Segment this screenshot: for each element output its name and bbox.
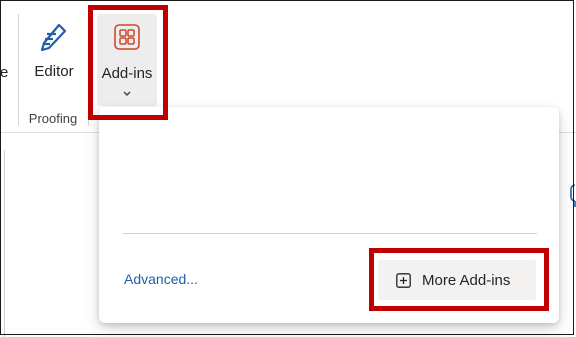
addins-dropdown-panel: Advanced... More Add-ins <box>99 107 559 323</box>
editor-label: Editor <box>34 63 74 80</box>
addins-label: Add-ins <box>101 65 153 82</box>
addins-button[interactable]: Add-ins <box>97 14 157 106</box>
document-edge <box>0 150 5 337</box>
editor-button[interactable]: Editor <box>24 14 84 94</box>
more-addins-button[interactable]: More Add-ins <box>378 260 536 300</box>
plus-square-icon <box>396 273 411 288</box>
truncated-ribbon-label: e <box>0 64 9 81</box>
proofing-group-label: Proofing <box>28 111 78 126</box>
addins-grid-icon <box>114 24 140 50</box>
microphone-icon <box>570 184 576 207</box>
divider <box>123 233 537 234</box>
advanced-link[interactable]: Advanced... <box>124 271 198 287</box>
chevron-down-icon <box>123 91 131 96</box>
ribbon-separator <box>18 14 19 126</box>
editor-pen-icon <box>40 23 67 52</box>
group-separator <box>88 96 89 126</box>
more-addins-label: More Add-ins <box>422 272 511 289</box>
